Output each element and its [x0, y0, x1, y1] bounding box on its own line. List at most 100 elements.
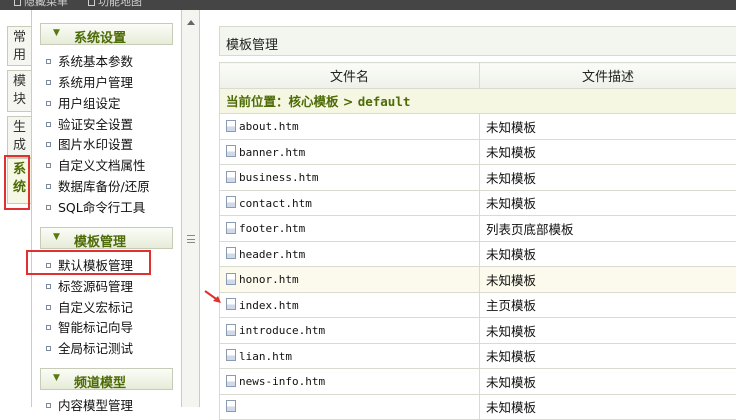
- table-row[interactable]: index.htm 主页模板: [220, 292, 736, 318]
- table-header-row: 文件名 文件描述: [220, 63, 736, 89]
- file-name-link[interactable]: introduce.htm: [239, 324, 325, 337]
- file-name-cell[interactable]: honor.htm: [220, 267, 480, 293]
- table-row[interactable]: banner.htm 未知模板: [220, 139, 736, 165]
- table-row[interactable]: introduce.htm 未知模板: [220, 318, 736, 344]
- collapse-arrow-icon: ▼: [53, 28, 60, 38]
- table-row[interactable]: honor.htm 未知模板: [220, 267, 736, 293]
- table-row[interactable]: news-info.htm 未知模板: [220, 369, 736, 395]
- table-row[interactable]: lian.htm 未知模板: [220, 343, 736, 369]
- tab-generate[interactable]: 生成: [7, 116, 31, 158]
- file-description-cell: 未知模板: [480, 343, 736, 369]
- menu-item-global-tag-test[interactable]: 全局标记测试: [46, 339, 133, 359]
- bullet-icon: [46, 184, 51, 189]
- file-description-cell: 未知模板: [480, 267, 736, 293]
- file-name-link[interactable]: contact.htm: [239, 197, 312, 210]
- file-name-link[interactable]: footer.htm: [239, 222, 305, 235]
- tab-modules[interactable]: 模块: [7, 70, 31, 112]
- bullet-icon: [46, 305, 51, 310]
- section-system-settings[interactable]: ▼ 系统设置: [40, 23, 173, 45]
- main-content: 模板管理 文件名 文件描述 当前位置：核心模板 > default about.…: [201, 10, 736, 407]
- section-channel-models[interactable]: ▼ 频道模型: [40, 368, 173, 390]
- menu-item-content-models[interactable]: 内容模型管理: [46, 396, 133, 416]
- file-description-cell: 列表页底部模板: [480, 216, 736, 242]
- menu-item-sql-tool[interactable]: SQL命令行工具: [46, 198, 145, 218]
- file-name-cell[interactable]: contact.htm: [220, 190, 480, 216]
- square-icon: [88, 0, 95, 6]
- sidebar-menu: ▼ 系统设置 系统基本参数 系统用户管理 用户组设定 验证安全设置 图片水印设置…: [32, 10, 182, 407]
- menu-item-doc-attributes[interactable]: 自定义文档属性: [46, 156, 146, 176]
- file-icon: [226, 120, 236, 132]
- file-name-link[interactable]: honor.htm: [239, 273, 299, 286]
- annotation-box-default-templates: [26, 250, 151, 275]
- frame-splitter[interactable]: [182, 10, 200, 407]
- file-name-cell[interactable]: index.htm: [220, 292, 480, 318]
- file-description-cell: 未知模板: [480, 369, 736, 395]
- file-description-cell: 未知模板: [480, 318, 736, 344]
- table-row[interactable]: header.htm 未知模板: [220, 241, 736, 267]
- file-description-cell: 主页模板: [480, 292, 736, 318]
- bullet-icon: [46, 205, 51, 210]
- file-icon: [226, 324, 236, 336]
- table-row[interactable]: about.htm 未知模板: [220, 114, 736, 140]
- bullet-icon: [46, 80, 51, 85]
- menu-item-db-backup[interactable]: 数据库备份/还原: [46, 177, 150, 197]
- file-name-cell[interactable]: about.htm: [220, 114, 480, 140]
- tab-common[interactable]: 常用: [7, 26, 31, 66]
- scroll-up-icon[interactable]: [187, 20, 195, 25]
- menu-item-tag-source[interactable]: 标签源码管理: [46, 277, 133, 297]
- file-name-cell[interactable]: lian.htm: [220, 343, 480, 369]
- menu-item-user-groups[interactable]: 用户组设定: [46, 94, 121, 114]
- panel-header: 模板管理: [219, 26, 736, 56]
- file-icon: [226, 375, 236, 387]
- file-name-link[interactable]: index.htm: [239, 299, 299, 312]
- file-icon: [226, 222, 236, 234]
- breadcrumb-current[interactable]: default: [358, 94, 411, 109]
- file-name-cell[interactable]: introduce.htm: [220, 318, 480, 344]
- menu-item-watermark[interactable]: 图片水印设置: [46, 135, 133, 155]
- file-icon: [226, 349, 236, 361]
- table-row[interactable]: business.htm 未知模板: [220, 165, 736, 191]
- file-name-link[interactable]: business.htm: [239, 171, 318, 184]
- file-name-cell[interactable]: header.htm: [220, 241, 480, 267]
- file-description-cell: 未知模板: [480, 165, 736, 191]
- menu-item-basic-params[interactable]: 系统基本参数: [46, 52, 133, 72]
- menu-item-system-users[interactable]: 系统用户管理: [46, 73, 133, 93]
- top-toolbar: 隐藏菜单 功能地图: [0, 0, 736, 10]
- bullet-icon: [46, 142, 51, 147]
- file-name-link[interactable]: banner.htm: [239, 146, 305, 159]
- menu-item-smart-tag-wizard[interactable]: 智能标记向导: [46, 318, 133, 338]
- hide-menu-button[interactable]: 隐藏菜单: [14, 0, 68, 9]
- file-icon: [226, 145, 236, 157]
- file-name-link[interactable]: news-info.htm: [239, 375, 325, 388]
- bullet-icon: [46, 59, 51, 64]
- table-row[interactable]: contact.htm 未知模板: [220, 190, 736, 216]
- file-description-cell: 未知模板: [480, 139, 736, 165]
- file-name-cell[interactable]: business.htm: [220, 165, 480, 191]
- breadcrumb: 当前位置：核心模板 > default: [220, 88, 736, 114]
- bullet-icon: [46, 284, 51, 289]
- menu-item-security[interactable]: 验证安全设置: [46, 115, 133, 135]
- file-name-link[interactable]: lian.htm: [239, 350, 292, 363]
- collapse-arrow-icon: ▼: [53, 373, 60, 383]
- section-template-management[interactable]: ▼ 模板管理: [40, 227, 173, 249]
- file-description-cell: 未知模板: [480, 241, 736, 267]
- file-name-cell[interactable]: footer.htm: [220, 216, 480, 242]
- file-name-link[interactable]: header.htm: [239, 248, 305, 261]
- column-header-filename[interactable]: 文件名: [220, 63, 480, 89]
- column-header-description[interactable]: 文件描述: [480, 63, 736, 89]
- file-description-cell: 未知模板: [480, 190, 736, 216]
- menu-item-custom-macro[interactable]: 自定义宏标记: [46, 298, 133, 318]
- file-name-link[interactable]: about.htm: [239, 120, 299, 133]
- file-name-cell[interactable]: news-info.htm: [220, 369, 480, 395]
- function-map-button[interactable]: 功能地图: [88, 0, 142, 9]
- collapse-arrow-icon: ▼: [53, 232, 60, 242]
- bullet-icon: [46, 325, 51, 330]
- grip-icon[interactable]: [187, 235, 195, 243]
- file-icon: [226, 247, 236, 259]
- location-row: 当前位置：核心模板 > default: [220, 88, 736, 114]
- file-description-cell: 未知模板: [480, 114, 736, 140]
- file-name-cell[interactable]: banner.htm: [220, 139, 480, 165]
- annotation-box-system-tab: [4, 155, 30, 210]
- table-row[interactable]: footer.htm 列表页底部模板: [220, 216, 736, 242]
- file-icon: [226, 196, 236, 208]
